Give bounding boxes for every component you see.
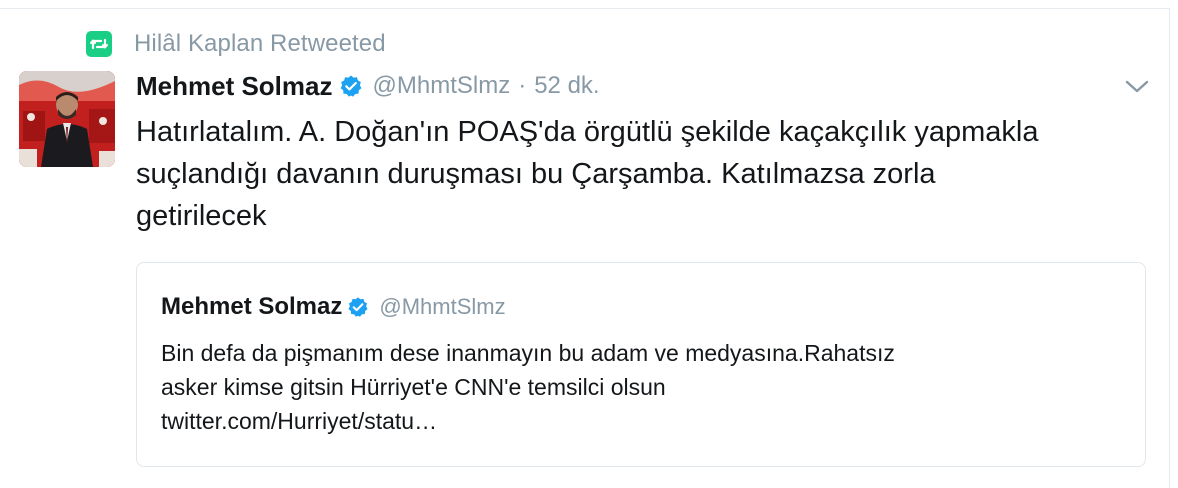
retweet-context: Hilâl Kaplan Retweeted	[86, 29, 386, 59]
quoted-tweet[interactable]: Mehmet Solmaz @MhmtSlmz Bin defa da pişm…	[136, 262, 1146, 467]
user-avatar[interactable]	[19, 71, 115, 167]
tweet-header: Mehmet Solmaz @MhmtSlmz · 52 dk.	[136, 69, 600, 103]
tweet-text: Hatırlatalım. A. Doğan'ın POAŞ'da örgütl…	[136, 116, 1039, 232]
verified-badge-icon	[339, 74, 363, 98]
quoted-tweet-text: Bin defa da pişmanım dese inanmayın bu a…	[161, 340, 895, 434]
separator-dot: ·	[518, 72, 527, 99]
retweet-icon	[86, 31, 112, 57]
quoted-author-name: Mehmet Solmaz	[161, 293, 343, 320]
quoted-author-handle: @MhmtSlmz	[379, 294, 506, 319]
chevron-down-icon[interactable]	[1124, 79, 1150, 95]
author-name[interactable]: Mehmet Solmaz	[136, 71, 333, 102]
verified-badge-icon	[347, 296, 369, 318]
tweet-timestamp[interactable]: 52 dk.	[534, 72, 599, 100]
tweet-card[interactable]: Hilâl Kaplan Retweeted Mehmet Solmaz @Mh…	[0, 8, 1170, 488]
retweet-label[interactable]: Hilâl Kaplan Retweeted	[134, 30, 386, 58]
quoted-tweet-header: Mehmet Solmaz @MhmtSlmz	[161, 291, 506, 323]
author-handle[interactable]: @MhmtSlmz	[373, 72, 511, 100]
